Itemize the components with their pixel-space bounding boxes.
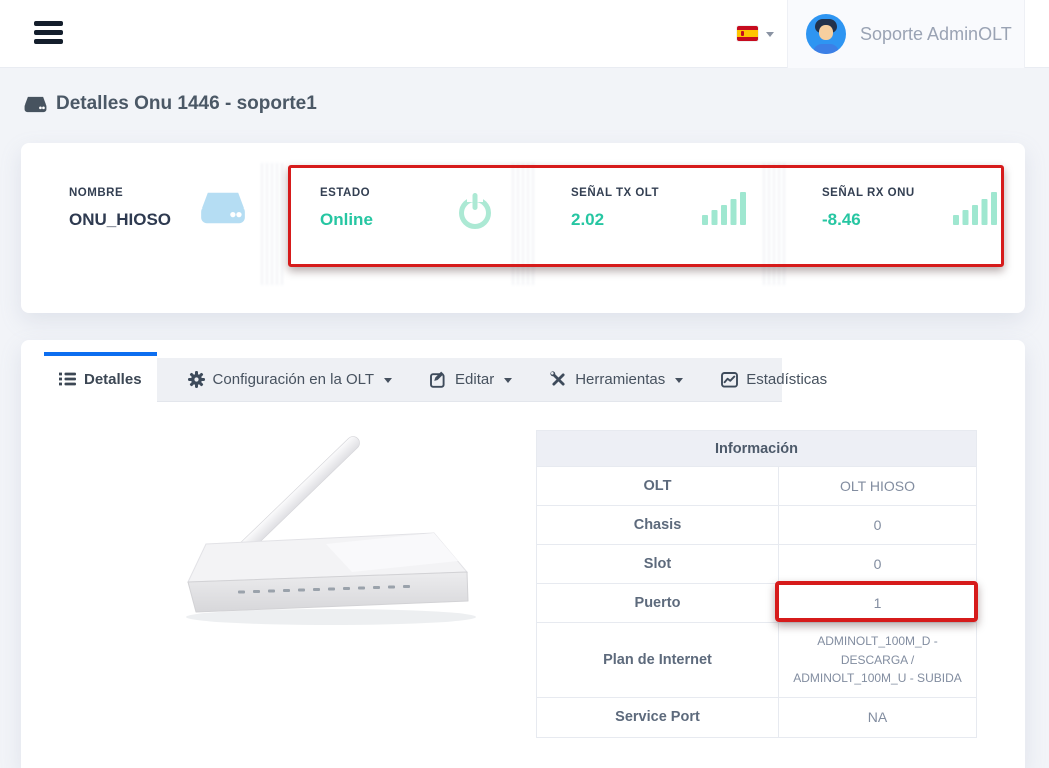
signal-bars-icon [702, 189, 748, 225]
user-name: Soporte AdminOLT [860, 24, 1012, 45]
edit-icon [430, 371, 447, 388]
gear-icon [188, 371, 205, 388]
row-value: OLT HIOSO [779, 467, 976, 505]
stat-label: NOMBRE [69, 187, 171, 199]
avatar [806, 14, 846, 54]
stat-nombre: NOMBRE ONU_HIOSO [21, 143, 272, 313]
tools-icon [550, 371, 567, 388]
onu-details-panel: Detalles Configuración en la OLT [21, 340, 1025, 768]
tab-label: Detalles [84, 371, 142, 388]
power-icon [453, 189, 497, 233]
table-row: Chasis 0 [537, 506, 976, 545]
table-row-puerto: Puerto 1 [537, 584, 976, 623]
row-value: 0 [779, 545, 976, 583]
chart-icon [721, 372, 738, 388]
page-title-text: Detalles Onu 1446 - soporte1 [56, 93, 317, 115]
onu-device-icon [200, 189, 246, 227]
chevron-down-icon [766, 32, 774, 37]
tab-herramientas[interactable]: Herramientas [531, 358, 702, 401]
menu-hamburger-icon[interactable] [34, 21, 64, 48]
signal-bars-icon [953, 189, 999, 225]
stat-value: Online [320, 210, 373, 230]
row-label: OLT [537, 467, 779, 505]
stat-value: -8.46 [822, 210, 915, 230]
tab-label: Estadísticas [746, 371, 827, 388]
chevron-down-icon [675, 378, 683, 383]
table-row: Slot 0 [537, 545, 976, 584]
chevron-down-icon [504, 378, 512, 383]
row-value: 1 [779, 584, 976, 622]
table-row: Plan de Internet ADMINOLT_100M_D - DESCA… [537, 623, 976, 698]
row-label: Chasis [537, 506, 779, 544]
stat-senal-tx-olt: SEÑAL TX OLT 2.02 [523, 143, 774, 313]
onu-router-image [166, 420, 496, 630]
stat-label: SEÑAL TX OLT [571, 187, 659, 199]
row-label: Service Port [537, 698, 779, 737]
stat-estado: ESTADO Online [272, 143, 523, 313]
chevron-down-icon [384, 378, 392, 383]
tab-configuracion-olt[interactable]: Configuración en la OLT [169, 358, 411, 401]
stat-senal-rx-onu: SEÑAL RX ONU -8.46 [774, 143, 1025, 313]
informacion-table: Información OLT OLT HIOSO Chasis 0 Slot … [536, 430, 977, 738]
stat-label: SEÑAL RX ONU [822, 187, 915, 199]
row-label: Slot [537, 545, 779, 583]
tab-bar: Detalles Configuración en la OLT [44, 352, 782, 402]
inactive-tabs-strip: Configuración en la OLT Editar [157, 358, 782, 402]
onu-status-card: NOMBRE ONU_HIOSO ESTADO Online SEÑAL TX … [21, 143, 1025, 313]
row-label: Plan de Internet [537, 623, 779, 697]
top-navbar: Soporte AdminOLT [0, 0, 1049, 68]
row-value: ADMINOLT_100M_D - DESCARGA / ADMINOLT_10… [779, 623, 976, 697]
spain-flag-icon [737, 26, 758, 41]
list-icon [59, 372, 76, 386]
table-header: Información [537, 431, 976, 467]
page-title: Detalles Onu 1446 - soporte1 [24, 93, 317, 115]
tab-label: Editar [455, 371, 494, 388]
table-row: OLT OLT HIOSO [537, 467, 976, 506]
onu-device-icon [24, 95, 47, 114]
stat-value: ONU_HIOSO [69, 210, 171, 230]
stat-value: 2.02 [571, 210, 659, 230]
user-menu[interactable]: Soporte AdminOLT [787, 0, 1025, 68]
stat-label: ESTADO [320, 187, 373, 199]
table-row: Service Port NA [537, 698, 976, 737]
tab-label: Configuración en la OLT [213, 371, 374, 388]
row-label: Puerto [537, 584, 779, 622]
tab-estadisticas[interactable]: Estadísticas [702, 358, 846, 401]
tab-label: Herramientas [575, 371, 665, 388]
row-value: NA [779, 698, 976, 737]
language-selector[interactable] [737, 26, 774, 41]
row-value: 0 [779, 506, 976, 544]
tab-detalles[interactable]: Detalles [44, 352, 157, 402]
tab-editar[interactable]: Editar [411, 358, 531, 401]
